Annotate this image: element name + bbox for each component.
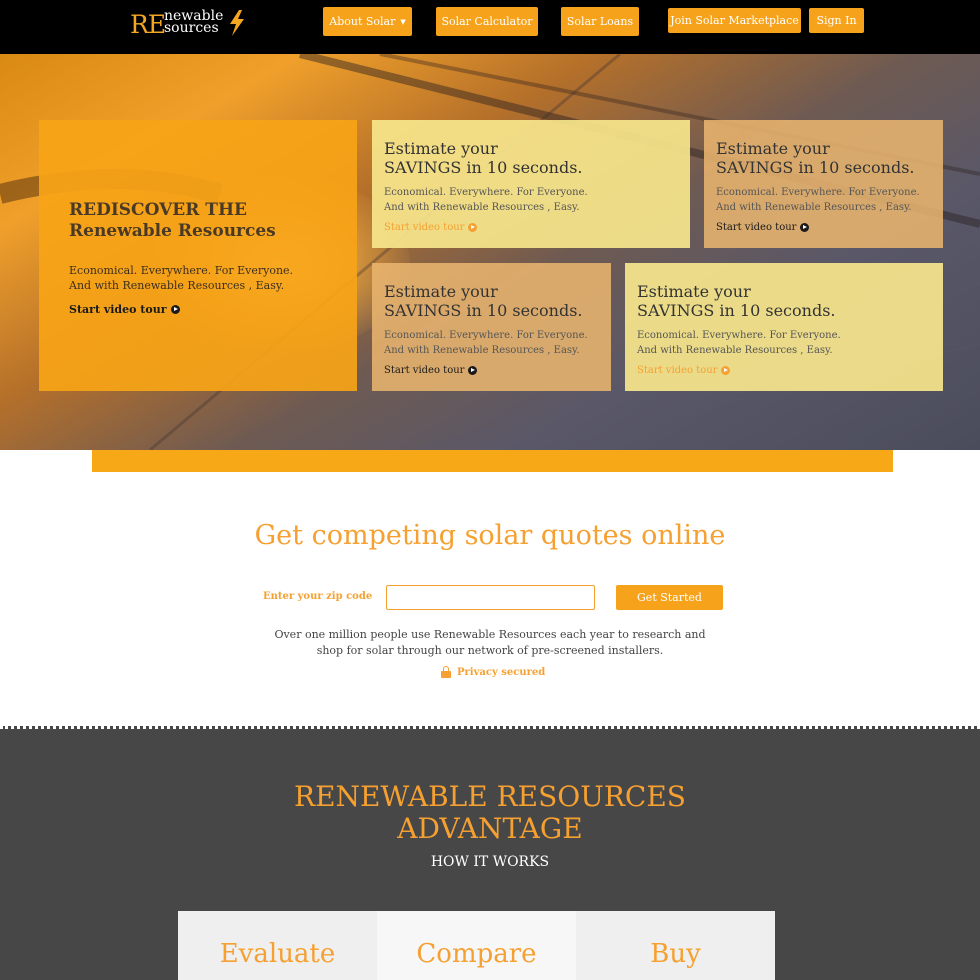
nav-about-solar[interactable]: About Solar ▼: [323, 7, 412, 36]
hero-main-video-link[interactable]: Start video tour: [69, 303, 180, 316]
card-desc-line1: Economical. Everywhere. For Everyone.: [384, 187, 588, 198]
card-title-line2: SAVINGS in 10 seconds.: [716, 158, 915, 177]
card-title-line1: Estimate your: [716, 139, 830, 158]
zip-label: Enter your zip code: [263, 591, 373, 602]
play-circle-icon: [800, 223, 810, 232]
play-circle-icon: [468, 366, 478, 375]
zip-input[interactable]: [386, 585, 595, 610]
nav-solar-calculator[interactable]: Solar Calculator: [436, 7, 538, 36]
nav-solar-loans[interactable]: Solar Loans: [561, 7, 639, 36]
nav-join-marketplace[interactable]: Join Solar Marketplace: [668, 8, 801, 33]
card-desc-line1: Economical. Everywhere. For Everyone.: [637, 330, 841, 341]
advantage-subtitle: HOW IT WORKS: [430, 854, 550, 870]
caret-down-icon: ▼: [400, 17, 406, 26]
quote-desc-line2: shop for solar through our network of pr…: [316, 644, 664, 657]
hero-main-box: REDISCOVER THE Renewable Resources Econo…: [39, 120, 357, 391]
step-compare-label: Compare: [416, 939, 537, 969]
hero-card-1: Estimate your SAVINGS in 10 seconds. Eco…: [372, 120, 690, 248]
nav-join-marketplace-label: Join Solar Marketplace: [670, 14, 799, 27]
step-buy[interactable]: Buy: [576, 911, 775, 980]
nav-sign-in-label: Sign In: [816, 14, 857, 27]
top-navbar: RE newable sources About Solar ▼ Solar C…: [0, 0, 980, 54]
nav-sign-in[interactable]: Sign In: [809, 8, 864, 33]
accent-strip: [92, 450, 893, 472]
card-title-line1: Estimate your: [384, 282, 498, 301]
card-title-line2: SAVINGS in 10 seconds.: [384, 158, 583, 177]
card-desc-line1: Economical. Everywhere. For Everyone.: [384, 330, 588, 341]
logo-line-2: sources: [164, 20, 219, 36]
hero-banner: REDISCOVER THE Renewable Resources Econo…: [0, 54, 980, 450]
card-description: Economical. Everywhere. For Everyone. An…: [716, 185, 920, 215]
card-desc-line2: And with Renewable Resources , Easy.: [384, 202, 580, 213]
advantage-title: RENEWABLE RESOURCES ADVANTAGE: [0, 781, 980, 845]
hero-main-title-line1: REDISCOVER THE: [69, 200, 247, 220]
hero-card-2: Estimate your SAVINGS in 10 seconds. Eco…: [704, 120, 943, 248]
card-desc-line2: And with Renewable Resources , Easy.: [384, 345, 580, 356]
card-description: Economical. Everywhere. For Everyone. An…: [384, 185, 588, 215]
card-title-line2: SAVINGS in 10 seconds.: [637, 301, 836, 320]
quote-description: Over one million people use Renewable Re…: [0, 627, 980, 659]
lock-icon: [441, 666, 451, 678]
hero-main-sub-line1: Economical. Everywhere. For Everyone.: [69, 264, 294, 277]
nav-solar-calculator-label: Solar Calculator: [441, 15, 533, 28]
step-evaluate[interactable]: Evaluate: [178, 911, 377, 980]
nav-about-solar-label: About Solar: [329, 15, 396, 28]
advantage-section: RENEWABLE RESOURCES ADVANTAGE HOW IT WOR…: [0, 726, 980, 980]
card-video-link[interactable]: Start video tour: [716, 222, 810, 233]
privacy-note: Privacy secured: [441, 666, 545, 678]
play-circle-icon: [468, 223, 478, 232]
hero-card-4: Estimate your SAVINGS in 10 seconds. Eco…: [625, 263, 943, 391]
privacy-label: Privacy secured: [457, 666, 546, 678]
lightning-bolt-icon: [230, 10, 244, 36]
quote-title: Get competing solar quotes online: [254, 520, 726, 551]
card-description: Economical. Everywhere. For Everyone. An…: [384, 328, 588, 358]
card-video-label: Start video tour: [716, 222, 797, 233]
quote-desc-line1: Over one million people use Renewable Re…: [274, 628, 706, 641]
step-evaluate-label: Evaluate: [219, 939, 336, 969]
card-desc-line1: Economical. Everywhere. For Everyone.: [716, 187, 920, 198]
nav-solar-loans-label: Solar Loans: [566, 15, 634, 28]
card-video-link[interactable]: Start video tour: [384, 365, 478, 376]
logo-prefix: RE: [130, 10, 166, 39]
card-video-link[interactable]: Start video tour: [637, 365, 731, 376]
step-compare[interactable]: Compare: [377, 911, 576, 980]
step-buy-label: Buy: [650, 939, 701, 969]
card-video-link[interactable]: Start video tour: [384, 222, 478, 233]
play-circle-icon: [721, 366, 731, 375]
card-video-label: Start video tour: [637, 365, 718, 376]
card-desc-line2: And with Renewable Resources , Easy.: [716, 202, 912, 213]
card-title-line1: Estimate your: [637, 282, 751, 301]
get-started-button[interactable]: Get Started: [616, 585, 723, 610]
card-title-line2: SAVINGS in 10 seconds.: [384, 301, 583, 320]
play-circle-icon: [170, 305, 180, 314]
card-video-label: Start video tour: [384, 222, 465, 233]
hero-main-video-label: Start video tour: [69, 303, 167, 316]
hero-main-subtitle: Economical. Everywhere. For Everyone. An…: [69, 263, 293, 293]
hero-main-sub-line2: And with Renewable Resources , Easy.: [69, 279, 285, 292]
hero-main-title: REDISCOVER THE Renewable Resources: [69, 200, 276, 242]
card-desc-line2: And with Renewable Resources , Easy.: [637, 345, 833, 356]
card-description: Economical. Everywhere. For Everyone. An…: [637, 328, 841, 358]
card-title-line1: Estimate your: [384, 139, 498, 158]
advantage-title-line2: ADVANTAGE: [397, 812, 583, 845]
hero-main-title-line2: Renewable Resources: [69, 221, 276, 241]
advantage-title-line1: RENEWABLE RESOURCES: [294, 780, 686, 813]
card-video-label: Start video tour: [384, 365, 465, 376]
hero-card-3: Estimate your SAVINGS in 10 seconds. Eco…: [372, 263, 611, 391]
brand-logo[interactable]: RE newable sources: [130, 8, 250, 40]
